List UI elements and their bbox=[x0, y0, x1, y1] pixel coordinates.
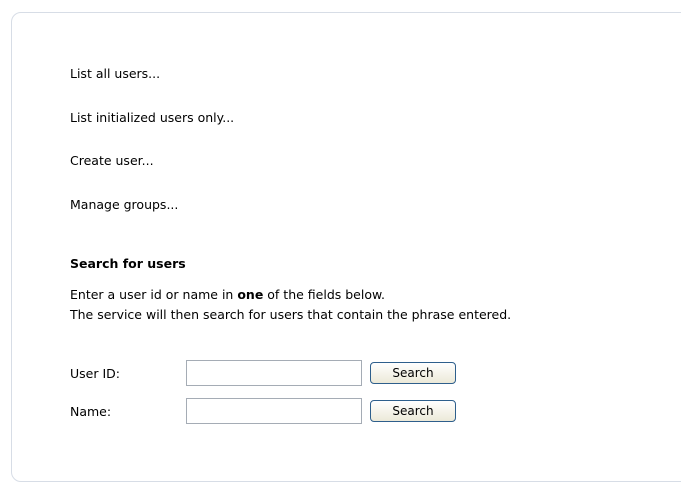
list-initialized-users-link[interactable]: List initialized users only... bbox=[70, 110, 234, 125]
desc-emphasis: one bbox=[237, 287, 264, 302]
list-all-users-link[interactable]: List all users... bbox=[70, 66, 160, 81]
user-id-label: User ID: bbox=[70, 366, 120, 381]
manage-groups-link[interactable]: Manage groups... bbox=[70, 197, 178, 212]
user-id-input[interactable] bbox=[186, 360, 362, 386]
name-label: Name: bbox=[70, 404, 112, 419]
desc-prefix: Enter a user id or name in bbox=[70, 287, 238, 302]
search-description-line1: Enter a user id or name in one of the fi… bbox=[70, 285, 511, 305]
search-description: Enter a user id or name in one of the fi… bbox=[70, 285, 511, 325]
search-users-heading: Search for users bbox=[70, 256, 186, 271]
name-input[interactable] bbox=[186, 398, 362, 424]
search-by-user-id-button[interactable]: Search bbox=[370, 362, 456, 384]
search-by-name-button[interactable]: Search bbox=[370, 400, 456, 422]
desc-suffix: of the fields below. bbox=[263, 287, 386, 302]
search-description-line2: The service will then search for users t… bbox=[70, 307, 512, 322]
create-user-link[interactable]: Create user... bbox=[70, 153, 154, 168]
